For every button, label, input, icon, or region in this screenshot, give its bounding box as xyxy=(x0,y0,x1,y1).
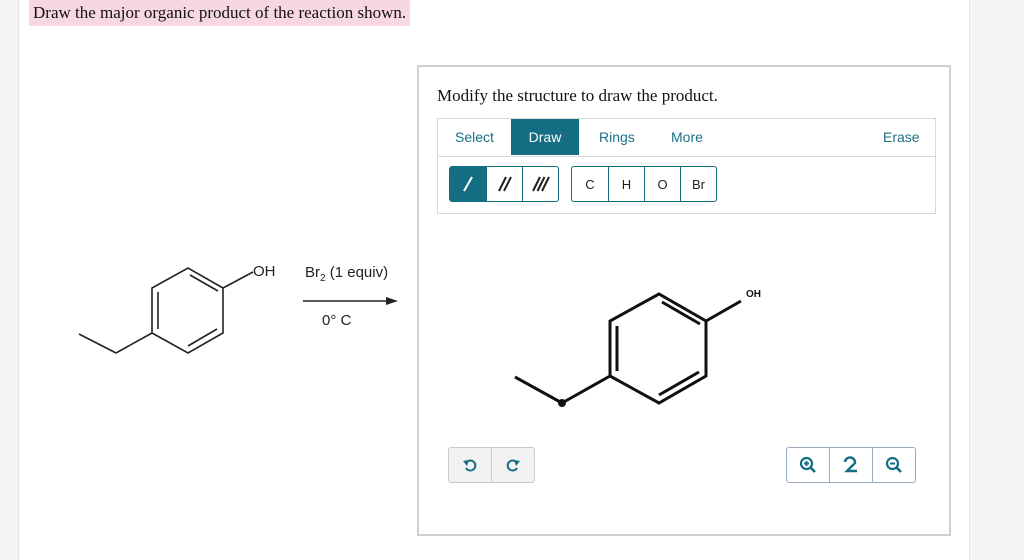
starting-material-structure xyxy=(78,267,254,354)
undo-button[interactable] xyxy=(449,448,491,482)
tab-rings[interactable]: Rings xyxy=(599,119,635,155)
reset-zoom-icon xyxy=(843,456,857,473)
single-bond-icon xyxy=(463,176,473,192)
reset-zoom-button[interactable] xyxy=(829,448,872,482)
atom-c-button[interactable]: C xyxy=(572,167,608,201)
tab-select[interactable]: Select xyxy=(455,119,494,155)
atom-h-button[interactable]: H xyxy=(608,167,644,201)
zoom-in-icon xyxy=(799,456,816,473)
tab-erase[interactable]: Erase xyxy=(883,119,920,155)
undo-icon xyxy=(463,459,477,472)
canvas-oh-label[interactable]: OH xyxy=(746,289,761,300)
redo-button[interactable] xyxy=(491,448,534,482)
selected-atom-marker[interactable] xyxy=(558,399,566,407)
zoom-in-button[interactable] xyxy=(787,448,829,482)
bond-tools xyxy=(449,166,559,202)
double-bond-icon xyxy=(497,176,512,192)
editor-tabs: Select Draw Rings More Erase xyxy=(438,119,935,157)
tab-more[interactable]: More xyxy=(671,119,703,155)
atom-tools: C H O Br xyxy=(571,166,717,202)
zoom-out-button[interactable] xyxy=(872,448,915,482)
reaction-arrowhead xyxy=(386,297,398,305)
reagent-label: Br2 (1 equiv) xyxy=(305,264,388,284)
double-bond-tool[interactable] xyxy=(486,167,522,201)
drawing-canvas[interactable]: OH xyxy=(419,217,949,447)
tab-draw[interactable]: Draw xyxy=(511,119,579,155)
editor-toolbar: Select Draw Rings More Erase C H O Br xyxy=(437,118,936,214)
redo-icon xyxy=(506,459,520,472)
triple-bond-icon xyxy=(531,176,550,192)
reaction-scheme: OH Br2 (1 equiv) 0° C xyxy=(78,263,398,354)
product-structure xyxy=(514,292,742,405)
triple-bond-tool[interactable] xyxy=(522,167,558,201)
condition-label: 0° C xyxy=(322,312,352,329)
zoom-controls xyxy=(786,447,916,483)
structure-editor: Modify the structure to draw the product… xyxy=(417,65,951,536)
history-controls xyxy=(448,447,535,483)
editor-prompt: Modify the structure to draw the product… xyxy=(437,86,718,105)
atom-br-button[interactable]: Br xyxy=(680,167,716,201)
substituent-label: OH xyxy=(253,263,276,280)
single-bond-tool[interactable] xyxy=(450,167,486,201)
zoom-out-icon xyxy=(885,456,902,473)
atom-o-button[interactable]: O xyxy=(644,167,680,201)
